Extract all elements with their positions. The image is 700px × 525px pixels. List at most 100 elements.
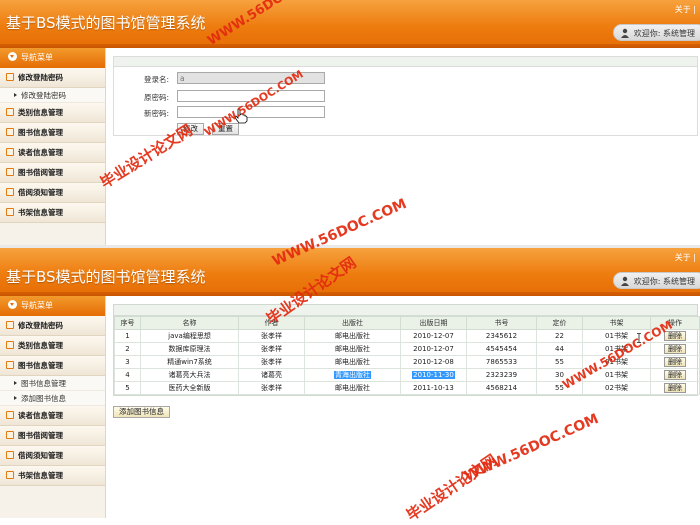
sidebar-item-readers[interactable]: 读者信息管理 [0, 143, 105, 163]
sidebar-item-borrow-notice[interactable]: 借阅须知管理 [0, 446, 105, 466]
triangle-right-icon [14, 396, 17, 400]
cell-price: 30 [536, 368, 583, 382]
sidebar-item-label: 类别信息管理 [18, 108, 63, 117]
folder-icon [6, 188, 14, 196]
cell-isbn: 7865533 [466, 355, 537, 369]
cell-action: 删除 [650, 329, 700, 343]
col-header: 书号 [466, 316, 537, 330]
sidebar-subitem-add-book[interactable]: 添加图书信息 [0, 391, 105, 406]
sidebar-item-borrow-notice[interactable]: 借阅须知管理 [0, 183, 105, 203]
delete-button[interactable]: 删除 [664, 331, 686, 341]
sidebar-item-label: 图书信息管理 [18, 361, 63, 370]
app-title: 基于BS模式的图书馆管理系统 [6, 268, 206, 286]
reset-button[interactable]: 重置 [212, 123, 239, 135]
col-header: 书架 [582, 316, 651, 330]
sidebar-item-category[interactable]: 类别信息管理 [0, 103, 105, 123]
sidebar-item-change-password[interactable]: 修改登陆密码 [0, 68, 105, 88]
sidebar-item-label: 读者信息管理 [18, 411, 63, 420]
table-row: 4 诸葛亮大兵法 诸葛亮 青海出版社 2010-11-30 2323239 30… [114, 368, 700, 382]
screenshot-change-password: 基于BS模式的图书馆管理系统 关于 | 欢迎你: 系统管理 导航菜单 修改登陆密… [0, 0, 700, 245]
book-table: 序号 名称 作者 出版社 出版日期 书号 定价 书架 操作 1 java编程思想… [114, 316, 700, 395]
new-password-field[interactable] [177, 106, 325, 118]
user-greeting: 欢迎你: 系统管理 [612, 24, 700, 41]
user-icon [620, 276, 629, 286]
nav-menu-title: 导航菜单 [21, 301, 53, 310]
cell-publisher: 邮电出版社 [304, 355, 401, 369]
folder-icon [6, 411, 14, 419]
cell-index: 5 [114, 381, 141, 395]
app-header: 基于BS模式的图书馆管理系统 关于 | 欢迎你: 系统管理 [0, 248, 700, 296]
sidebar-subitem-label: 添加图书信息 [21, 394, 66, 403]
submit-button[interactable]: 修改 [177, 123, 204, 135]
username-field[interactable] [177, 72, 325, 84]
sidebar-item-readers[interactable]: 读者信息管理 [0, 406, 105, 426]
app-title: 基于BS模式的图书馆管理系统 [6, 14, 206, 32]
cell-author: 张孝祥 [238, 329, 305, 343]
cell-publisher: 邮电出版社 [304, 342, 401, 356]
cell-price: 55 [536, 355, 583, 369]
user-greeting-text: 欢迎你: 系统管理 [633, 277, 695, 286]
sidebar-item-books[interactable]: 图书信息管理 [0, 356, 105, 376]
delete-button[interactable]: 删除 [664, 370, 686, 380]
cell-date: 2010-11-30 [400, 368, 467, 382]
sidebar-item-change-password[interactable]: 修改登陆密码 [0, 316, 105, 336]
delete-button[interactable]: 删除 [664, 357, 686, 367]
delete-button[interactable]: 删除 [664, 383, 686, 393]
sidebar-item-borrowing[interactable]: 图书借阅管理 [0, 163, 105, 183]
cell-author: 张孝祥 [238, 342, 305, 356]
folder-icon [6, 431, 14, 439]
folder-icon [6, 168, 14, 176]
add-book-button[interactable]: 添加图书信息 [113, 406, 170, 418]
triangle-right-icon [14, 381, 17, 385]
sidebar-item-label: 图书借阅管理 [18, 431, 63, 440]
cell-action: 删除 [650, 381, 700, 395]
about-link[interactable]: 关于 | [675, 4, 696, 15]
sidebar-item-label: 借阅须知管理 [18, 188, 63, 197]
sidebar-item-label: 修改登陆密码 [18, 73, 63, 82]
sidebar-item-shelves[interactable]: 书架信息管理 [0, 203, 105, 223]
sidebar-subitem-change-password[interactable]: 修改登陆密码 [0, 88, 105, 103]
new-password-row: 新密码: [114, 106, 697, 120]
cell-shelf: 01书架 [582, 368, 651, 382]
username-label: 登录名: [144, 75, 170, 84]
folder-icon [6, 471, 14, 479]
sidebar-item-borrowing[interactable]: 图书借阅管理 [0, 426, 105, 446]
cell-title: 医药大全新版 [140, 381, 239, 395]
folder-icon [6, 128, 14, 136]
sidebar-item-label: 图书借阅管理 [18, 168, 63, 177]
cell-date: 2010-12-08 [400, 355, 467, 369]
table-row: 1 java编程思想 张孝祥 邮电出版社 2010-12-07 2345612 … [114, 329, 700, 343]
edit-icon [6, 108, 14, 116]
table-row: 5 医药大全新版 张孝祥 邮电出版社 2011-10-13 4568214 55… [114, 381, 700, 395]
sidebar-item-label: 图书信息管理 [18, 128, 63, 137]
sidebar-subitem-label: 修改登陆密码 [21, 91, 66, 100]
username-row: 登录名: [114, 72, 697, 86]
sidebar-item-label: 借阅须知管理 [18, 451, 63, 460]
sidebar-item-label: 修改登陆密码 [18, 321, 63, 330]
collapse-icon[interactable] [8, 52, 17, 61]
user-greeting: 欢迎你: 系统管理 [612, 272, 700, 289]
cell-action: 删除 [650, 342, 700, 356]
edit-icon [6, 73, 14, 81]
sidebar-item-books[interactable]: 图书信息管理 [0, 123, 105, 143]
screenshot-book-list: 基于BS模式的图书馆管理系统 关于 | 欢迎你: 系统管理 导航菜单 修改登陆密… [0, 248, 700, 518]
sidebar-item-shelves[interactable]: 书架信息管理 [0, 466, 105, 486]
sidebar-item-category[interactable]: 类别信息管理 [0, 336, 105, 356]
old-password-row: 原密码: [114, 90, 697, 104]
sidebar-subitem-book-list[interactable]: 图书信息管理 [0, 376, 105, 391]
cell-index: 4 [114, 368, 141, 382]
sidebar-item-label: 读者信息管理 [18, 148, 63, 157]
cell-index: 3 [114, 355, 141, 369]
delete-button[interactable]: 删除 [664, 344, 686, 354]
sidebar-subitem-label: 图书信息管理 [21, 379, 66, 388]
col-header: 定价 [536, 316, 583, 330]
cell-author: 张孝祥 [238, 381, 305, 395]
old-password-field[interactable] [177, 90, 325, 102]
cell-index: 1 [114, 329, 141, 343]
table-header-row: 序号 名称 作者 出版社 出版日期 书号 定价 书架 操作 [114, 316, 700, 330]
about-link[interactable]: 关于 | [675, 252, 696, 263]
nav-menu-title: 导航菜单 [21, 53, 53, 62]
text-cursor-icon [637, 333, 641, 343]
folder-icon [6, 451, 14, 459]
collapse-icon[interactable] [8, 300, 17, 309]
